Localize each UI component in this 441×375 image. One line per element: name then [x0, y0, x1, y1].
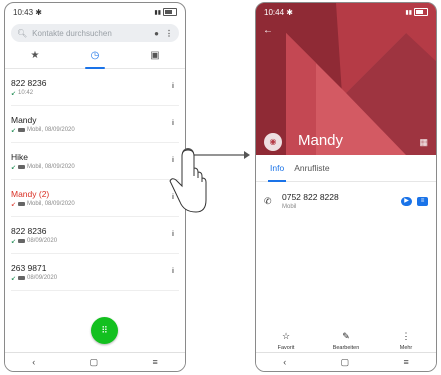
pencil-icon: ✎ [342, 331, 350, 341]
battery-icon [163, 8, 177, 16]
tab-favorites[interactable]: ★ [15, 46, 55, 68]
settings-icon: ✱ [35, 7, 42, 17]
tab-bar: ★ ◷ ▣ [5, 46, 185, 69]
status-bar: 10:44 ✱ ▮▮ [256, 3, 436, 21]
info-icon[interactable]: i [167, 229, 179, 241]
info-icon[interactable]: i [167, 266, 179, 278]
tab-contacts[interactable]: ▣ [135, 46, 175, 68]
contacts-icon: ▣ [150, 50, 160, 61]
contact-name: Mandy [298, 132, 344, 149]
contact-header: 10:44 ✱ ▮▮ ← ◉ Mandy ▦ [256, 3, 436, 155]
signal-icon: ▮▮ [154, 9, 161, 16]
battery-icon [414, 8, 428, 16]
call-name: 822 8236 [11, 77, 47, 88]
camera-icon[interactable]: ◉ [264, 133, 282, 151]
status-time: 10:43 [13, 7, 34, 17]
favorite-button[interactable]: ☆ Favorit [261, 331, 311, 351]
call-log-item[interactable]: 822 8236 ↙ 08/09/2020 i [11, 217, 179, 254]
recents-icon[interactable]: ≡ [404, 357, 409, 367]
call-log-list: 822 8236 ↙ 10:42 i Mandy ↙ Mobil, 08/09/20… [5, 69, 185, 291]
star-outline-icon: ☆ [281, 331, 291, 341]
incoming-call-icon: ↙ [11, 275, 17, 282]
call-detail: 08/09/2020 [27, 238, 58, 244]
sim-icon [18, 128, 26, 132]
more-label: Mehr [399, 345, 413, 351]
tab-info[interactable]: Info [267, 155, 287, 182]
sim-icon [18, 239, 26, 243]
qr-code-icon[interactable]: ▦ [419, 137, 428, 148]
dialpad-button[interactable]: ⠿ [91, 317, 118, 344]
status-time: 10:44 [264, 7, 285, 17]
phone-number-row[interactable]: ✆ 0752 822 8228 Mobil ▶ ≡ [256, 182, 436, 210]
missed-call-icon: ↙ [11, 201, 17, 208]
sim-icon [18, 165, 26, 169]
search-input[interactable]: Kontakte durchsuchen [32, 29, 154, 38]
call-name: Mandy (2) [11, 188, 50, 199]
phone-number: 0752 822 8228 [282, 192, 339, 202]
call-name: 263 9871 [11, 262, 47, 273]
incoming-call-icon: ↙ [11, 164, 17, 171]
tab-call-history[interactable]: Anrufliste [294, 155, 329, 181]
edit-label: Bearbeiten [332, 345, 360, 351]
call-log-item[interactable]: Mandy ↙ Mobil, 08/09/2020 i [11, 106, 179, 143]
search-icon: 🔍︎ [17, 28, 28, 38]
phone-screen-call-log: 10:43 ✱ ▮▮ 🔍︎ Kontakte durchsuchen ● ⋮ ★… [4, 2, 186, 372]
navigation-bar: ‹ ▢ ≡ [5, 352, 185, 371]
call-name: 822 8236 [11, 225, 47, 236]
info-icon[interactable]: i [167, 118, 179, 130]
recents-icon[interactable]: ≡ [153, 357, 158, 367]
more-vertical-icon: ⋮ [401, 331, 411, 341]
dialpad-icon: ⠿ [101, 325, 108, 335]
info-icon[interactable]: i [167, 81, 179, 93]
call-detail: Mobil, 08/09/2020 [27, 127, 75, 133]
microphone-icon[interactable]: ● [154, 29, 159, 38]
call-detail: 08/09/2020 [27, 275, 58, 281]
call-detail: 10:42 [18, 90, 34, 96]
edit-button[interactable]: ✎ Bearbeiten [321, 331, 371, 351]
favorite-label: Favorit [277, 345, 295, 351]
call-name: Mandy [11, 114, 37, 125]
phone-screen-contact-detail: 10:44 ✱ ▮▮ ← ◉ Mandy ▦ Info Anrufliste ✆… [255, 2, 437, 372]
call-detail: Mobil, 08/09/2020 [27, 164, 75, 170]
phone-icon: ✆ [264, 195, 272, 206]
call-log-item[interactable]: Mandy (2) ↙ Mobil, 08/09/2020 i [11, 180, 179, 217]
sim-icon [18, 202, 26, 206]
navigation-bar: ‹ ▢ ≡ [256, 352, 436, 371]
call-detail: Mobil, 08/09/2020 [27, 201, 75, 207]
call-log-item[interactable]: Hike ↙ Mobil, 08/09/2020 i [11, 143, 179, 180]
status-icons: ▮▮ [154, 8, 177, 16]
incoming-call-icon: ↙ [11, 127, 17, 134]
search-bar[interactable]: 🔍︎ Kontakte durchsuchen ● ⋮ [11, 24, 179, 42]
home-icon[interactable]: ▢ [90, 357, 99, 368]
settings-icon: ✱ [286, 7, 293, 17]
sim-icon [18, 276, 26, 280]
header-background [256, 3, 436, 155]
hand-pointer-icon [169, 148, 207, 213]
back-icon[interactable]: ‹ [32, 357, 35, 367]
back-icon[interactable]: ‹ [283, 357, 286, 367]
clock-icon: ◷ [90, 50, 100, 61]
more-menu-icon[interactable]: ⋮ [165, 29, 173, 38]
more-button[interactable]: ⋮ Mehr [381, 331, 431, 351]
call-log-item[interactable]: 822 8236 ↙ 10:42 i [11, 69, 179, 106]
back-arrow-icon[interactable]: ← [263, 25, 273, 36]
message-icon[interactable]: ≡ [417, 196, 428, 206]
signal-icon: ▮▮ [405, 9, 412, 16]
star-icon: ★ [30, 50, 40, 61]
incoming-call-icon: ↙ [11, 90, 17, 97]
incoming-call-icon: ↙ [11, 238, 17, 245]
tab-recents[interactable]: ◷ [75, 46, 115, 69]
call-name: Hike [11, 151, 29, 162]
contact-actions: ☆ Favorit ✎ Bearbeiten ⋮ Mehr [256, 331, 436, 351]
home-icon[interactable]: ▢ [341, 357, 350, 368]
call-log-item[interactable]: 263 9871 ↙ 08/09/2020 i [11, 254, 179, 291]
status-bar: 10:43 ✱ ▮▮ [5, 3, 185, 21]
phone-label: Mobil [282, 204, 297, 210]
detail-tabs: Info Anrufliste [256, 155, 436, 182]
video-call-icon[interactable]: ▶ [401, 196, 412, 206]
